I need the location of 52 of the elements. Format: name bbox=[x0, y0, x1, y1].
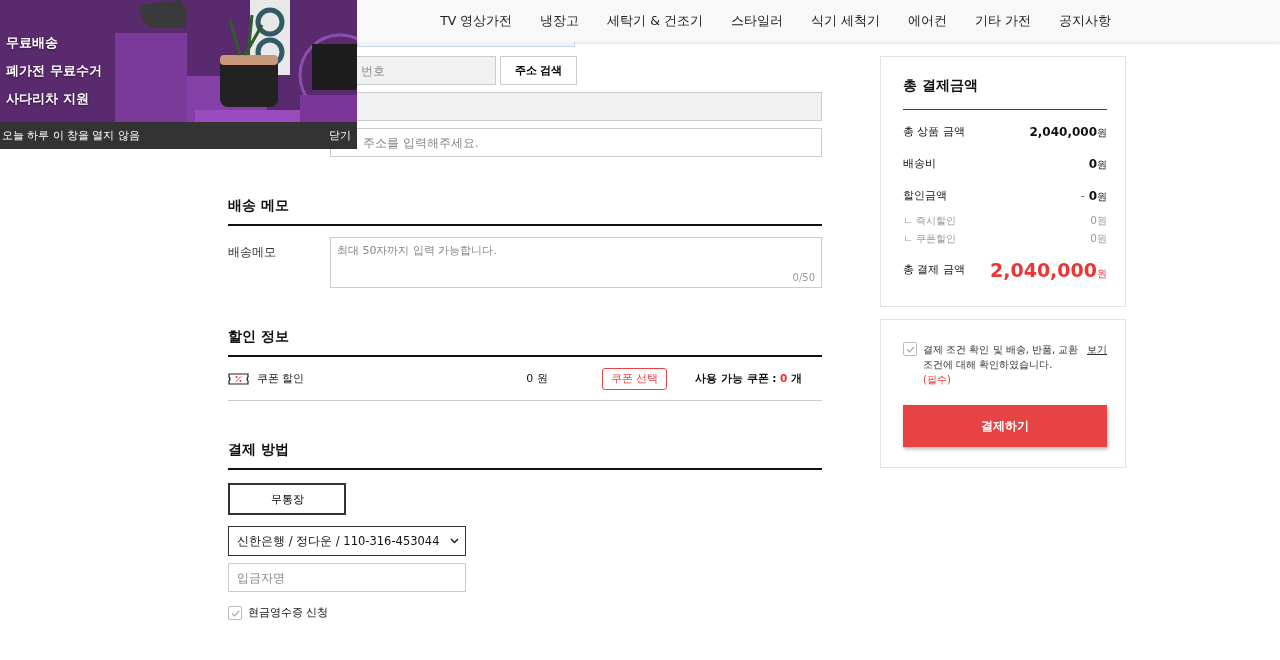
nav-link[interactable]: 세탁기 & 건조기 bbox=[593, 12, 718, 30]
check-icon bbox=[230, 609, 240, 617]
summary-value: 2,040,000원 bbox=[990, 259, 1107, 281]
nav-link[interactable]: 공지사항 bbox=[1045, 12, 1125, 30]
section-title: 결제 방법 bbox=[228, 441, 822, 470]
coupon-icon bbox=[228, 372, 249, 385]
checkbox[interactable] bbox=[228, 606, 242, 620]
agreement-text: 결제 조건 확인 및 배송, 반품, 교환 조건에 대해 확인하였습니다. (필수) bbox=[923, 343, 1080, 387]
summary-value: - 0원 bbox=[1080, 188, 1107, 204]
summary-value: 2,040,000원 bbox=[1029, 124, 1107, 140]
nav-link[interactable]: TV 영상가전 bbox=[426, 12, 527, 30]
chevron-down-icon bbox=[450, 538, 459, 544]
summary-label: 총 결제 금액 bbox=[903, 263, 965, 277]
banner-text: 무료배송 bbox=[6, 34, 59, 52]
summary-label: ㄴ 즉시할인 bbox=[903, 214, 957, 228]
pay-button[interactable]: 결제하기 bbox=[903, 405, 1107, 447]
payment-method-button[interactable]: 무통장 bbox=[228, 483, 346, 515]
checkbox-label: 현금영수증 신청 bbox=[248, 606, 329, 620]
summary-label: 배송비 bbox=[903, 157, 936, 171]
field-label: 배송메모 bbox=[228, 244, 277, 261]
nav-link[interactable]: 기타 가전 bbox=[961, 12, 1045, 30]
close-link[interactable]: 닫기 bbox=[329, 128, 351, 143]
coupon-amount: 0 원 bbox=[525, 371, 549, 386]
summary-value: 0원 bbox=[1090, 232, 1107, 246]
dismiss-today-link[interactable]: 오늘 하루 이 창을 열지 않음 bbox=[2, 128, 140, 143]
banner-text: 폐가전 무료수거 bbox=[6, 62, 102, 80]
placeholder-text: 최대 50자까지 입력 가능합니다. bbox=[337, 243, 498, 258]
depositor-field[interactable]: 입금자명 bbox=[228, 563, 466, 592]
input-field[interactable] bbox=[357, 42, 575, 47]
section-title: 할인 정보 bbox=[228, 328, 822, 357]
nav-link[interactable]: 에어컨 bbox=[894, 12, 961, 30]
banner-text: 사다리차 지원 bbox=[6, 90, 90, 108]
checkbox[interactable] bbox=[903, 342, 917, 356]
summary-value: 0원 bbox=[1088, 156, 1107, 172]
card-title: 총 결제금액 bbox=[903, 77, 1107, 110]
section-title: 배송 메모 bbox=[228, 197, 822, 226]
summary-label: 할인금액 bbox=[903, 189, 947, 203]
check-icon bbox=[905, 345, 915, 353]
summary-label: 총 상품 금액 bbox=[903, 125, 965, 139]
nav-link[interactable]: 냉장고 bbox=[526, 12, 594, 30]
nav-link[interactable]: 식기 세척기 bbox=[797, 12, 894, 30]
account-select[interactable]: 신한은행 / 정다운 / 110-316-453044 bbox=[228, 526, 466, 556]
summary-label: ㄴ 쿠폰할인 bbox=[903, 232, 957, 246]
view-link[interactable]: 보기 bbox=[1087, 342, 1107, 387]
character-counter: 0/50 bbox=[792, 272, 815, 283]
coupon-label: 쿠폰 할인 bbox=[257, 371, 306, 386]
available-coupons: 사용 가능 쿠폰 : 0 개 bbox=[695, 371, 802, 386]
summary-value: 0원 bbox=[1090, 214, 1107, 228]
address-search-button[interactable]: 주소 검색 bbox=[500, 56, 577, 85]
memo-field[interactable]: 최대 50자까지 입력 가능합니다. 0/50 bbox=[330, 237, 822, 288]
coupon-select-button[interactable]: 쿠폰 선택 bbox=[602, 367, 668, 390]
nav-link[interactable]: 스타일러 bbox=[717, 12, 798, 30]
